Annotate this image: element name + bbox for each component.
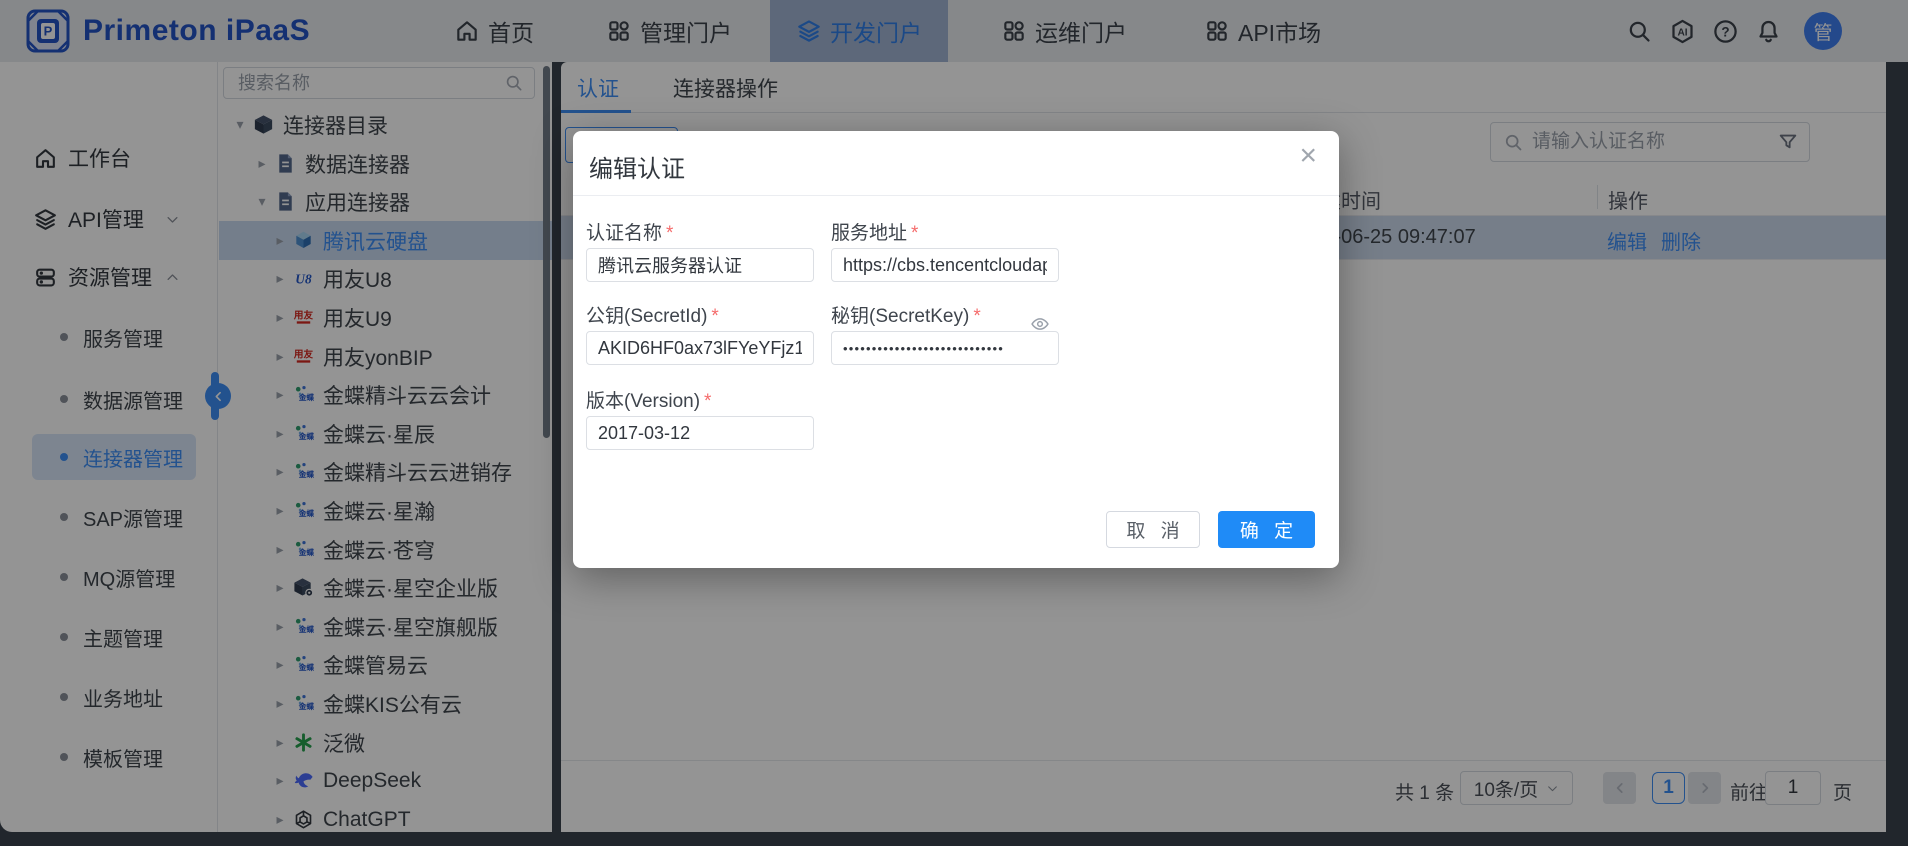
required-asterisk: * [711,306,718,327]
secret-key-label: 秘钥(SecretKey) [831,306,969,327]
secret-id-field: 公钥(SecretId)* [586,301,814,365]
version-input[interactable] [586,416,814,450]
eye-icon[interactable] [1030,314,1050,334]
required-asterisk: * [666,223,673,244]
modal-header-divider [573,195,1339,196]
required-asterisk: * [973,306,980,327]
close-icon[interactable]: × [1299,141,1317,171]
secret-key-field: 秘钥(SecretKey)* [831,301,1059,365]
cancel-button[interactable]: 取 消 [1106,511,1200,548]
modal-footer: 取 消 确 定 [573,511,1339,548]
service-address-field: 服务地址* [831,218,1059,282]
auth-name-label: 认证名称 [586,223,662,244]
service-address-input[interactable] [831,248,1059,282]
secret-id-label: 公钥(SecretId) [586,306,707,327]
auth-name-field: 认证名称* [586,218,814,282]
modal-title: 编辑认证 [589,149,685,184]
required-asterisk: * [704,391,711,412]
service-address-label: 服务地址 [831,223,907,244]
secret-id-input[interactable] [586,331,814,365]
confirm-button[interactable]: 确 定 [1218,511,1315,548]
required-asterisk: * [911,223,918,244]
version-label: 版本(Version) [586,391,700,412]
version-field: 版本(Version)* [586,386,814,450]
auth-name-input[interactable] [586,248,814,282]
secret-key-input[interactable] [831,331,1059,365]
edit-auth-modal: 编辑认证 × 认证名称* 服务地址* 公钥(SecretId)* 秘钥(Secr… [573,131,1339,568]
